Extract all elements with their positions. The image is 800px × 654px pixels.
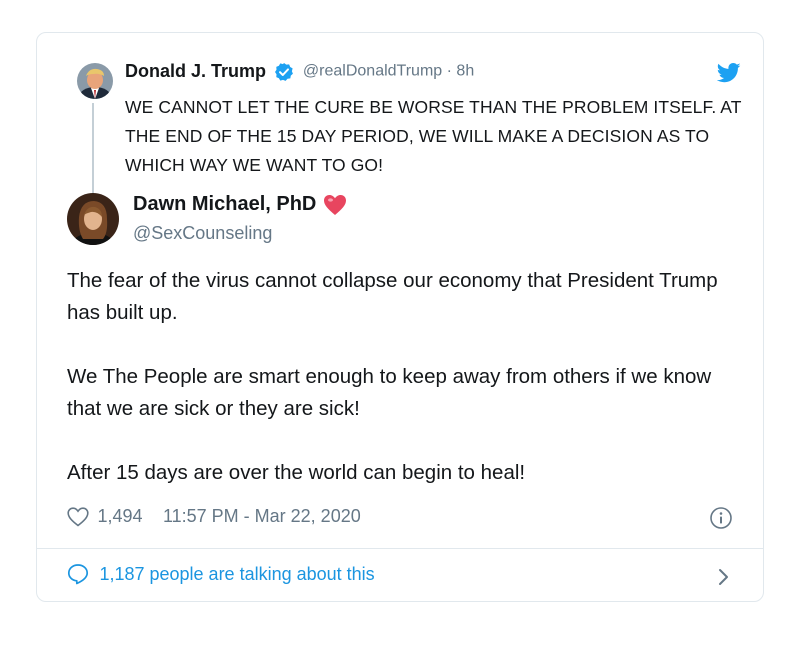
tweet-paragraph: After 15 days are over the world can beg… xyxy=(67,461,526,484)
author-name-row: Dawn Michael, PhD xyxy=(133,193,347,216)
quoted-tweet-time[interactable]: 8h xyxy=(456,63,474,80)
like-heart-icon[interactable] xyxy=(67,506,89,527)
quoted-tweet-header: Donald J. Trump @realDonaldTrump · 8h xyxy=(125,61,741,85)
tweet-embed-card[interactable]: Donald J. Trump @realDonaldTrump · 8h WE… xyxy=(36,32,764,602)
card-divider xyxy=(37,548,763,549)
reply-bubble-icon xyxy=(67,563,89,585)
tweet-paragraph: We The People are smart enough to keep a… xyxy=(67,365,712,420)
quoted-tweet-text: WE CANNOT LET THE CURE BE WORSE THAN THE… xyxy=(125,97,742,175)
header-separator: · xyxy=(446,62,452,80)
like-count[interactable]: 1,494 xyxy=(97,506,142,526)
tweet-timestamp[interactable]: 11:57 PM - Mar 22, 2020 xyxy=(163,506,361,526)
twitter-bird-icon[interactable] xyxy=(716,63,741,83)
quoted-author-handle[interactable]: @realDonaldTrump xyxy=(303,63,442,80)
info-icon[interactable] xyxy=(709,506,733,530)
author-name[interactable]: Dawn Michael, PhD xyxy=(133,193,316,215)
verified-badge-icon xyxy=(274,62,294,82)
author-avatar[interactable] xyxy=(67,193,119,245)
chevron-right-icon[interactable] xyxy=(717,567,731,587)
heart-emoji-icon xyxy=(323,194,347,216)
trump-avatar[interactable] xyxy=(77,63,113,99)
quoted-author-name[interactable]: Donald J. Trump xyxy=(125,61,266,81)
talking-count-label[interactable]: 1,187 people are talking about this xyxy=(99,564,374,584)
conversation-link[interactable]: 1,187 people are talking about this xyxy=(67,563,733,591)
author-handle[interactable]: @SexCounseling xyxy=(133,223,272,244)
tweet-text: The fear of the virus cannot collapse ou… xyxy=(67,265,747,521)
tweet-meta-row: 1,494 11:57 PM - Mar 22, 2020 xyxy=(67,506,733,532)
tweet-paragraph: The fear of the virus cannot collapse ou… xyxy=(67,269,718,324)
